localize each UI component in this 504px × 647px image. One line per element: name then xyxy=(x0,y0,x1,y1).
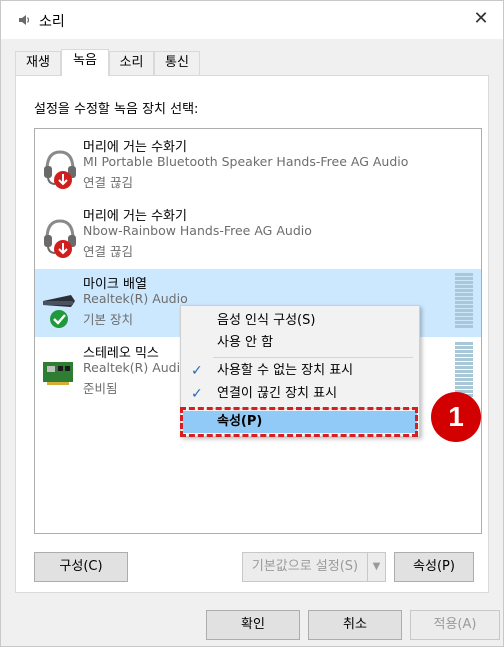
check-icon: ✓ xyxy=(191,363,203,379)
microphone-array-default-icon xyxy=(43,295,75,328)
ok-button[interactable]: 확인 xyxy=(206,610,300,640)
tab-communications[interactable]: 통신 xyxy=(154,51,200,75)
cancel-button[interactable]: 취소 xyxy=(308,610,402,640)
device-description: MI Portable Bluetooth Speaker Hands-Free… xyxy=(83,154,409,169)
set-default-split-button: 기본값으로 설정(S) ▼ xyxy=(242,552,386,582)
tab-recording[interactable]: 녹음 xyxy=(61,49,109,76)
menu-item-label: 연결이 끊긴 장치 표시 xyxy=(217,386,338,401)
configure-button[interactable]: 구성(C) xyxy=(34,552,128,582)
menu-item-label: 사용 안 함 xyxy=(217,335,274,350)
menu-item-label: 음성 인식 구성(S) xyxy=(217,313,316,328)
device-item[interactable]: 머리에 거는 수화기 Nbow-Rainbow Hands-Free AG Au… xyxy=(35,201,481,269)
tab-sounds[interactable]: 소리 xyxy=(109,51,154,75)
title-bar: 소리 ✕ xyxy=(1,1,503,39)
device-item[interactable]: 머리에 거는 수화기 MI Portable Bluetooth Speaker… xyxy=(35,132,481,200)
sound-card-icon xyxy=(43,362,73,385)
menu-item-show-disabled-devices[interactable]: ✓ 사용할 수 없는 장치 표시 xyxy=(183,360,417,382)
step-number-badge: 1 xyxy=(431,392,481,442)
speaker-icon xyxy=(19,15,30,25)
window-title: 소리 xyxy=(39,14,65,30)
menu-separator xyxy=(213,357,413,358)
tab-playback[interactable]: 재생 xyxy=(15,51,61,75)
device-name: 마이크 배열 xyxy=(83,277,147,292)
device-name: 머리에 거는 수화기 xyxy=(83,140,187,155)
check-icon: ✓ xyxy=(191,386,203,402)
level-meter xyxy=(455,273,473,329)
close-button[interactable]: ✕ xyxy=(459,1,503,39)
menu-item-disable[interactable]: 사용 안 함 xyxy=(183,332,417,354)
instruction-text: 설정을 수정할 녹음 장치 선택: xyxy=(34,102,199,117)
menu-item-label: 사용할 수 없는 장치 표시 xyxy=(217,363,354,378)
properties-button[interactable]: 속성(P) xyxy=(394,552,474,582)
device-description: Nbow-Rainbow Hands-Free AG Audio xyxy=(83,223,312,238)
headset-disconnected-icon xyxy=(44,219,76,258)
device-name: 스테레오 믹스 xyxy=(83,346,159,361)
annotation-highlight-box xyxy=(180,407,418,437)
device-status: 준비됨 xyxy=(83,381,118,396)
menu-item-show-disconnected-devices[interactable]: ✓ 연결이 끊긴 장치 표시 xyxy=(183,383,417,405)
device-status: 연결 끊김 xyxy=(83,175,133,190)
menu-item-configure-speech[interactable]: 음성 인식 구성(S) xyxy=(183,310,417,332)
level-meter xyxy=(455,342,473,398)
device-description: Realtek(R) Audio xyxy=(83,360,188,375)
device-status: 기본 장치 xyxy=(83,312,133,327)
device-status: 연결 끊김 xyxy=(83,244,133,259)
apply-button: 적용(A) xyxy=(410,610,500,640)
chevron-down-icon: ▼ xyxy=(367,553,385,581)
set-default-label: 기본값으로 설정(S) xyxy=(251,559,359,574)
device-name: 머리에 거는 수화기 xyxy=(83,209,187,224)
device-description: Realtek(R) Audio xyxy=(83,291,188,306)
headset-disconnected-icon xyxy=(44,150,76,189)
